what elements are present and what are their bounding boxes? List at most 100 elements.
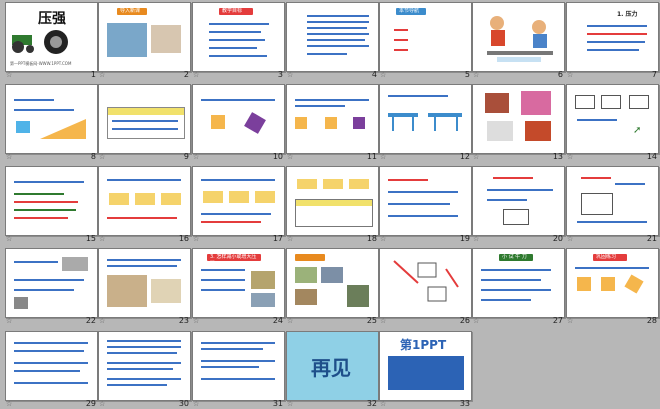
- slide-thumb-29[interactable]: ☆ 29: [5, 331, 99, 408]
- slide-thumb-13[interactable]: ☆ 13: [472, 84, 566, 161]
- slide-thumb-8[interactable]: ☆ 8: [5, 84, 99, 161]
- slide-thumb-10[interactable]: ☆ 10: [192, 84, 286, 161]
- slide-number: 27: [552, 316, 563, 325]
- slide-number: 33: [459, 399, 470, 408]
- diagram: [297, 179, 317, 189]
- star-icon: ☆: [380, 317, 387, 325]
- slide-thumb-25[interactable]: ☆ 25: [286, 248, 380, 325]
- diagram: [601, 95, 621, 109]
- slide-number: 31: [272, 399, 283, 408]
- star-icon: ☆: [99, 153, 106, 161]
- block-diagram: [211, 115, 225, 129]
- star-icon: ☆: [287, 71, 294, 79]
- star-icon: ☆: [99, 400, 106, 408]
- star-icon: ☆: [567, 71, 574, 79]
- slide-thumb-9[interactable]: ☆ 9: [98, 84, 192, 161]
- slide-number: 20: [552, 234, 563, 243]
- slide-number: 19: [459, 234, 470, 243]
- slide-thumb-7[interactable]: 1. 压力 ☆ 7: [566, 2, 660, 79]
- slide-thumb-24[interactable]: 3. 怎样减小或增大压强 ☆ 24: [192, 248, 286, 325]
- formula-box: [581, 193, 613, 215]
- slide7-label: 1. 压力: [617, 11, 638, 18]
- star-icon: ☆: [287, 317, 294, 325]
- diagram: [16, 121, 30, 133]
- star-icon: ☆: [99, 235, 106, 243]
- slide-number: 14: [646, 152, 657, 161]
- photo: [521, 91, 551, 115]
- arrow-icon: ➚: [633, 125, 642, 136]
- star-icon: ☆: [380, 400, 387, 408]
- slide-thumb-16[interactable]: ☆ 16: [98, 166, 192, 243]
- slide-thumb-15[interactable]: ☆ 15: [5, 166, 99, 243]
- table: [295, 199, 373, 227]
- slide-thumb-14[interactable]: ➚ ☆ 14: [566, 84, 660, 161]
- photo: [485, 93, 509, 113]
- slide-number: 25: [366, 316, 377, 325]
- diagram: [575, 95, 595, 109]
- diagram: [109, 193, 129, 205]
- slide-thumb-4[interactable]: ☆ 4: [286, 2, 380, 79]
- slide-thumb-28[interactable]: 巩固练习 ☆ 28: [566, 248, 660, 325]
- slide25-header: [295, 254, 325, 261]
- slide-number: 16: [178, 234, 189, 243]
- slide5-header: 本节导航: [396, 8, 426, 15]
- slide-number: 10: [272, 152, 283, 161]
- diagram: [203, 191, 223, 203]
- slide-thumb-27[interactable]: 小 试 牛 刀 ☆ 27: [472, 248, 566, 325]
- block-diagram: [325, 117, 337, 129]
- slide-thumb-17[interactable]: ☆ 17: [192, 166, 286, 243]
- photo: [295, 289, 317, 305]
- slide-thumb-22[interactable]: ☆ 22: [5, 248, 99, 325]
- diagram: [629, 95, 649, 109]
- slide-thumb-32[interactable]: 再见 ☆ 32: [286, 331, 380, 408]
- slide-number: 13: [552, 152, 563, 161]
- slide-thumb-19[interactable]: ☆ 19: [379, 166, 473, 243]
- slide-thumb-11[interactable]: ☆ 11: [286, 84, 380, 161]
- photo: [321, 267, 343, 283]
- photo: [62, 257, 88, 271]
- slide-number: 15: [85, 234, 96, 243]
- diagram: [349, 179, 369, 189]
- star-icon: ☆: [473, 317, 480, 325]
- slide-thumb-6[interactable]: ☆ 6: [472, 2, 566, 79]
- star-icon: ☆: [193, 317, 200, 325]
- star-icon: ☆: [287, 153, 294, 161]
- slide-thumb-26[interactable]: ☆ 26: [379, 248, 473, 325]
- slide-thumb-23[interactable]: ☆ 23: [98, 248, 192, 325]
- slide24-header: 3. 怎样减小或增大压强: [207, 254, 261, 267]
- star-icon: ☆: [6, 153, 13, 161]
- photo: [151, 25, 181, 53]
- table: [107, 107, 185, 139]
- slide-number: 22: [85, 316, 96, 325]
- slide-thumb-20[interactable]: ☆ 20: [472, 166, 566, 243]
- star-icon: ☆: [193, 153, 200, 161]
- slide-thumb-21[interactable]: ☆ 21: [566, 166, 660, 243]
- star-icon: ☆: [6, 317, 13, 325]
- slide-thumb-33[interactable]: 第1PPT ☆ 33: [379, 331, 473, 408]
- block-diagram: [295, 117, 307, 129]
- star-icon: ☆: [567, 235, 574, 243]
- slide-thumb-3[interactable]: 教学目标 ☆ 3: [192, 2, 286, 79]
- slide-number: 17: [272, 234, 283, 243]
- slide-thumb-18[interactable]: ☆ 18: [286, 166, 380, 243]
- star-icon: ☆: [380, 235, 387, 243]
- star-icon: ☆: [473, 153, 480, 161]
- block-diagram: [601, 277, 615, 291]
- slide-thumb-5[interactable]: 本节导航 ☆ 5: [379, 2, 473, 79]
- diagram: [229, 191, 249, 203]
- diagram: [393, 260, 459, 302]
- slide-thumb-31[interactable]: ☆ 31: [192, 331, 286, 408]
- photo: [525, 121, 551, 141]
- slide-number: 6: [557, 70, 563, 79]
- slide-number: 11: [366, 152, 377, 161]
- slide-number: 30: [178, 399, 189, 408]
- slide-thumb-30[interactable]: ☆ 30: [98, 331, 192, 408]
- star-icon: ☆: [193, 71, 200, 79]
- block-diagram: [624, 274, 644, 294]
- slide-thumb-12[interactable]: ☆ 12: [379, 84, 473, 161]
- photo: [487, 121, 513, 141]
- slide-thumb-1[interactable]: 压强 第一PPT模板网-WWW.1PPT.COM ☆ 1: [5, 2, 99, 79]
- slide-number: 9: [183, 152, 189, 161]
- photo: [347, 285, 369, 307]
- slide-thumb-2[interactable]: 导入新课 ☆ 2: [98, 2, 192, 79]
